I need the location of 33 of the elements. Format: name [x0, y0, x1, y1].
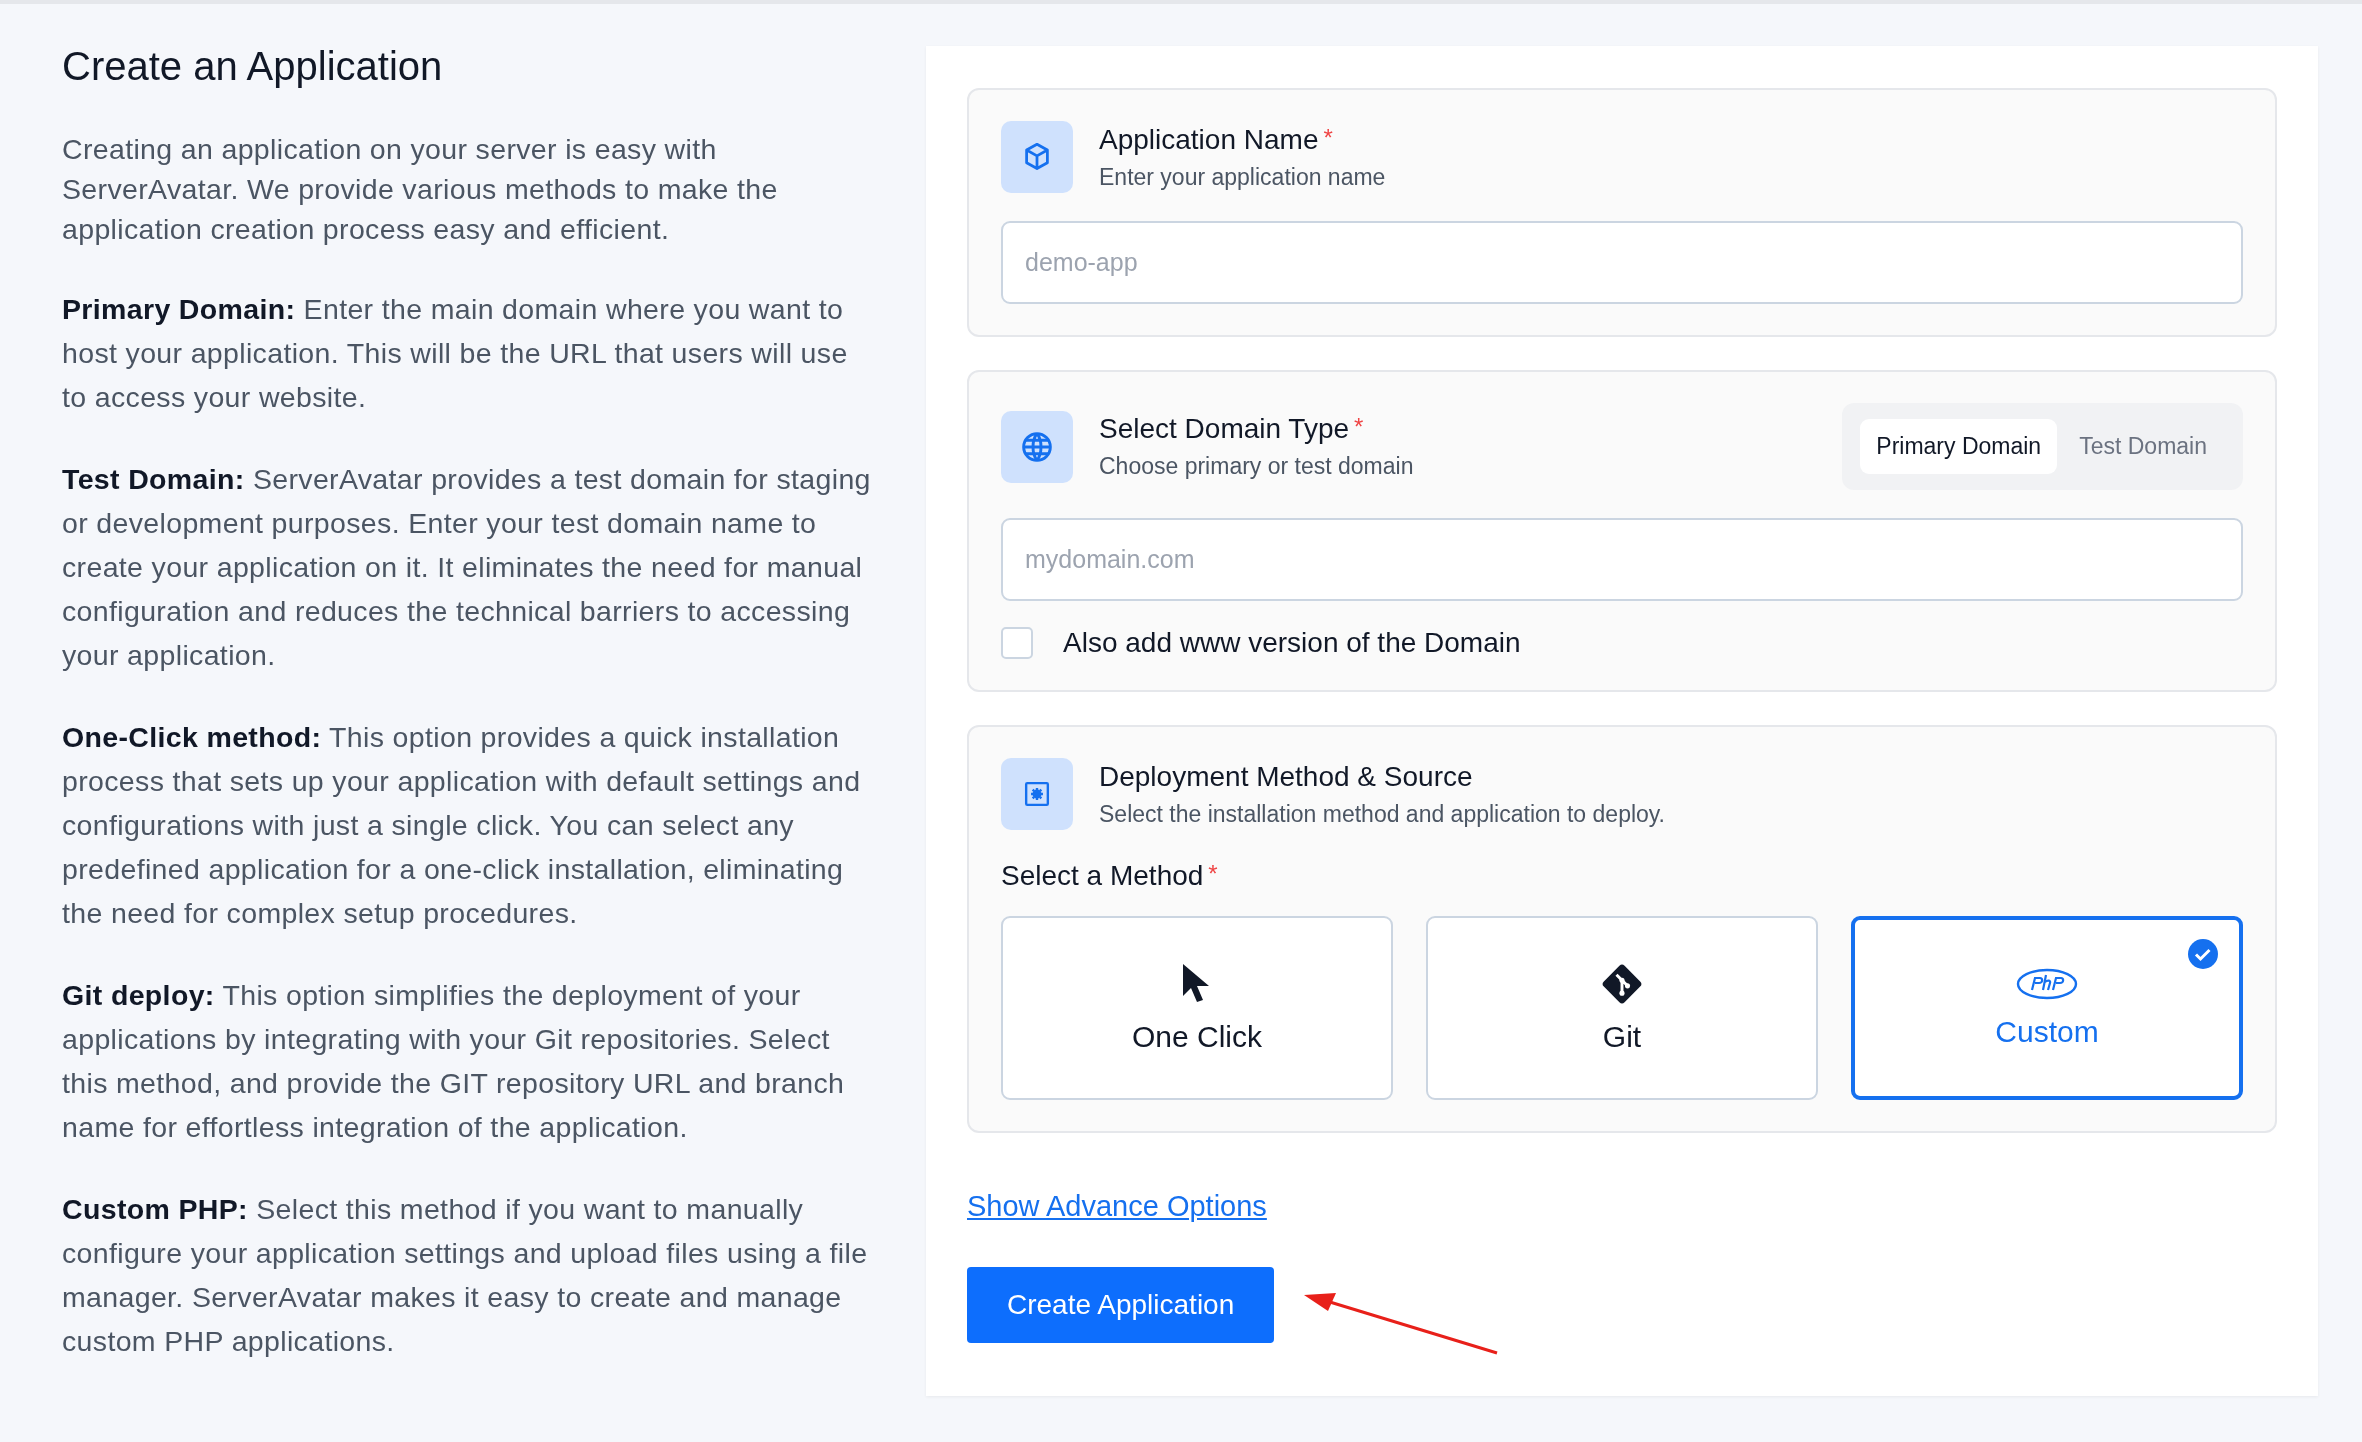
method-option[interactable]: Git: [1426, 916, 1818, 1100]
checkbox-label: Also add www version of the Domain: [1063, 627, 1521, 659]
description-paragraph: Primary Domain: Enter the main domain where you want to host your application. This will be the URL that users will use to access your website.: [62, 292, 849, 415]
description-paragraph: Custom PHP: Select this method if you want to manually configure your application settings and upload files using a file manager. ServerAvatar makes it easy to create and manage custom PHP applications.: [62, 1192, 869, 1359]
gear-icon: [1001, 758, 1073, 830]
text-input[interactable]: mydomain.com: [1001, 518, 2243, 601]
globe-icon: [1001, 410, 1073, 483]
method-option[interactable]: Custom: [1851, 916, 2243, 1100]
cube-icon: [1001, 121, 1073, 193]
php-logo-icon: [2016, 967, 2078, 1001]
method-option[interactable]: One Click: [1001, 916, 1393, 1100]
page-title: Create an Application: [62, 44, 444, 89]
required-asterisk: *: [1208, 860, 1218, 888]
section-title: Deployment Method & Source: [1099, 760, 1473, 793]
description-paragraph: Creating an application on your server is easy with ServerAvatar. We provide various methods to make the application creation process easy and efficient.: [62, 132, 779, 247]
required-asterisk: *: [1323, 123, 1333, 152]
section-title: Select Domain Type: [1099, 413, 1350, 445]
check-icon: [2187, 938, 2219, 970]
section-subtitle: Enter your application name: [1099, 163, 1387, 191]
section-title: Application Name: [1099, 123, 1319, 156]
domain-type-tab[interactable]: Primary Domain: [1860, 419, 2058, 474]
checkbox[interactable]: [1001, 627, 1033, 659]
text-input[interactable]: demo-app: [1001, 221, 2243, 304]
section-subtitle: Select the installation method and application to deploy.: [1099, 800, 1666, 828]
description-paragraph: One-Click method: This option provides a quick installation process that sets up your application with default settings and configurations with just a single click. You can select any predefined application for a one-click installation, eliminating the need for complex setup procedures.: [62, 720, 862, 931]
show-advance-options-link[interactable]: Show Advance Options: [967, 1190, 1267, 1223]
required-asterisk: *: [1354, 413, 1364, 441]
create-application-button[interactable]: Create Application: [967, 1267, 1275, 1343]
domain-type-tab[interactable]: Test Domain: [2063, 419, 2223, 474]
section-subtitle: Choose primary or test domain: [1099, 453, 1415, 480]
description-paragraph: Git deploy: This option simplifies the deployment of your applications by integrating with your Git repositories. Select this method, and provide the GIT repository URL and branch name for effortless integration of the application.: [62, 978, 846, 1145]
description-paragraph: Test Domain: ServerAvatar provides a test domain for staging or development purposes. Enter your test domain name to create your application on it. It eliminates the need for manual configuration and reduces the technical barriers to accessing your application.: [62, 462, 872, 673]
field-label: Select a Method: [1001, 860, 1204, 892]
